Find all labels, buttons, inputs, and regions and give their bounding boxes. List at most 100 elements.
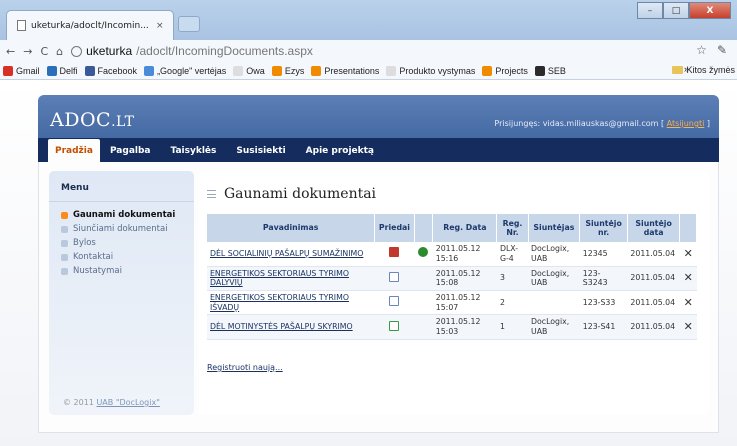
menu-item-taisykles[interactable]: Taisyklės (161, 146, 227, 162)
sidebar-menu: Gaunami dokumentai Siunčiami dokumentai … (49, 202, 194, 278)
back-icon[interactable]: ← (6, 45, 15, 58)
cell-sender: DocLogix, UAB (528, 242, 580, 267)
sidebar-item-label: Bylos (73, 238, 96, 248)
bookmark-owa[interactable]: Owa (233, 65, 265, 76)
delete-icon[interactable]: ✕ (679, 242, 697, 267)
delete-icon[interactable]: ✕ (679, 266, 697, 291)
logo-suffix: .LT (111, 114, 135, 130)
menu-item-pagalba[interactable]: Pagalba (100, 146, 161, 162)
doclogix-link[interactable]: UAB "DocLogix" (96, 398, 159, 407)
bookmarks-bar: Gmail Delfi Facebook „Google" vertėjas O… (0, 62, 737, 80)
other-bookmarks-folder[interactable]: Kitos žymės (672, 65, 735, 75)
address-bar[interactable]: uketurka/adoclt/IncomingDocuments.aspx (71, 44, 313, 58)
bullet-icon (61, 225, 68, 233)
minimize-button[interactable]: – (637, 2, 663, 19)
cell-sender-date: 2011.05.04 (627, 290, 680, 316)
menu-item-susisiekti[interactable]: Susisiekti (226, 146, 295, 162)
close-window-button[interactable]: X (689, 2, 731, 19)
document-link[interactable]: ENERGETIKOS SEKTORIAUS TYRIMO DALYVIŲ (210, 269, 349, 288)
delete-icon[interactable]: ✕ (679, 290, 697, 316)
bookmark-delfi[interactable]: Delfi (46, 65, 78, 76)
main-content: Gaunami dokumentai Pavadinimas Priedai R… (199, 171, 709, 415)
site-logo[interactable]: ADOC.LT (50, 109, 135, 131)
bookmark-label: Projects (495, 65, 528, 76)
maximize-button[interactable]: □ (663, 2, 689, 19)
cell-reg-date: 2011.05.12 15:16 (432, 242, 497, 267)
col-siuntejo-data[interactable]: Siuntėjo data (627, 214, 681, 242)
attachment-icon[interactable] (389, 320, 400, 331)
other-bookmarks-label: Kitos žymės (686, 65, 735, 75)
logout-link[interactable]: Atsijungti (667, 119, 705, 128)
bookmark-label: Ezys (284, 65, 305, 76)
bookmark-label: Gmail (16, 65, 40, 76)
home-icon[interactable]: ⌂ (56, 45, 63, 58)
attachment-icon[interactable] (389, 247, 400, 258)
bookmark-projects[interactable]: Projects (482, 65, 528, 76)
site-header: ADOC.LT Prisijungęs: vidas.miliauskas@gm… (38, 95, 719, 138)
cell-sender-date: 2011.05.04 (627, 242, 680, 267)
url-host: uketurka (86, 44, 133, 58)
document-link[interactable]: ENERGETIKOS SEKTORIAUS TYRIMO IŠVADŲ (210, 293, 349, 312)
bookmark-seb[interactable]: SEB (534, 65, 566, 76)
sidebar-heading: Menu (49, 171, 194, 202)
page-icon (386, 65, 397, 76)
sidebar-item-label: Siunčiami dokumentai (73, 224, 168, 234)
menu-item-pradzia[interactable]: Pradžia (48, 139, 100, 162)
cell-attachment (374, 266, 415, 291)
bookmark-label: Presentations (324, 65, 380, 76)
col-pavadinimas[interactable]: Pavadinimas (207, 214, 376, 242)
cell-reg-date: 2011.05.12 15:08 (432, 266, 497, 291)
list-icon (207, 190, 216, 198)
bookmark-google-translate[interactable]: „Google" vertėjas (144, 65, 226, 76)
reload-icon[interactable]: C (40, 45, 48, 58)
forward-icon[interactable]: → (23, 45, 32, 58)
cell-sender: DocLogix, UAB (528, 314, 580, 340)
cell-name: ENERGETIKOS SEKTORIAUS TYRIMO DALYVIŲ (207, 266, 375, 291)
col-siuntejas[interactable]: Siuntėjas (528, 214, 581, 242)
page-icon (233, 65, 244, 76)
bookmark-presentations[interactable]: Presentations (311, 65, 380, 76)
sidebar-item-bylos[interactable]: Bylos (49, 236, 194, 250)
window-controls: – □ X (637, 2, 731, 19)
cell-signature (414, 290, 433, 316)
attachment-icon[interactable] (389, 271, 400, 282)
col-priedai[interactable]: Priedai (374, 214, 415, 242)
cell-name: ENERGETIKOS SEKTORIAUS TYRIMO IŠVADŲ (207, 290, 375, 316)
bookmark-ezys[interactable]: Ezys (271, 65, 305, 76)
bookmark-gmail[interactable]: Gmail (3, 65, 40, 76)
document-link[interactable]: DĖL SOCIALINIŲ PAŠALPŲ SUMAŽINIMO (210, 249, 363, 258)
login-suffix: ] (706, 119, 710, 128)
cell-attachment (374, 290, 415, 316)
bookmark-facebook[interactable]: Facebook (84, 65, 138, 76)
cell-reg-nr: 2 (496, 290, 529, 316)
sidebar-item-nustatymai[interactable]: Nustatymai (49, 264, 194, 278)
col-siuntejo-nr[interactable]: Siuntėjo nr. (579, 214, 628, 242)
star-icon[interactable]: ☆ (696, 43, 707, 57)
browser-navbar: ← → C ⌂ uketurka/adoclt/IncomingDocument… (0, 40, 737, 62)
content-header: Gaunami dokumentai (207, 186, 376, 202)
col-signature (414, 214, 434, 242)
sidebar-item-siunciami[interactable]: Siunčiami dokumentai (49, 222, 194, 236)
attachment-icon[interactable] (389, 296, 400, 307)
bookmark-label: Owa (246, 65, 265, 76)
sidebar-item-gaunami[interactable]: Gaunami dokumentai (49, 208, 194, 222)
new-tab-button[interactable] (178, 16, 200, 32)
wrench-icon[interactable]: ✎ (717, 43, 727, 57)
sidebar-item-kontaktai[interactable]: Kontaktai (49, 250, 194, 264)
cell-sender-nr: 123-S3243 (579, 266, 628, 291)
delete-icon[interactable]: ✕ (679, 314, 697, 340)
url-path: /adoclt/IncomingDocuments.aspx (136, 44, 313, 58)
col-reg-data[interactable]: Reg. Data (432, 214, 498, 242)
login-info: Prisijungęs: vidas.miliauskas@gmail.com … (494, 119, 710, 128)
col-actions (679, 214, 697, 242)
browser-tab[interactable]: uketurka/adoclt/Incomin... × (6, 10, 174, 40)
col-reg-nr[interactable]: Reg. Nr. (496, 214, 529, 242)
bookmark-label: Facebook (97, 65, 138, 76)
cell-reg-nr: 1 (496, 314, 529, 340)
document-link[interactable]: DĖL MOTINYSTĖS PAŠALPŲ SKYRIMO (210, 322, 353, 331)
tab-close-icon[interactable]: × (156, 21, 164, 31)
bookmark-produkto-vystymas[interactable]: Produkto vystymas (386, 65, 475, 76)
register-new-link[interactable]: Registruoti naują... (207, 363, 283, 372)
bullet-icon (61, 239, 68, 247)
menu-item-apie-projekta[interactable]: Apie projektą (296, 146, 384, 162)
